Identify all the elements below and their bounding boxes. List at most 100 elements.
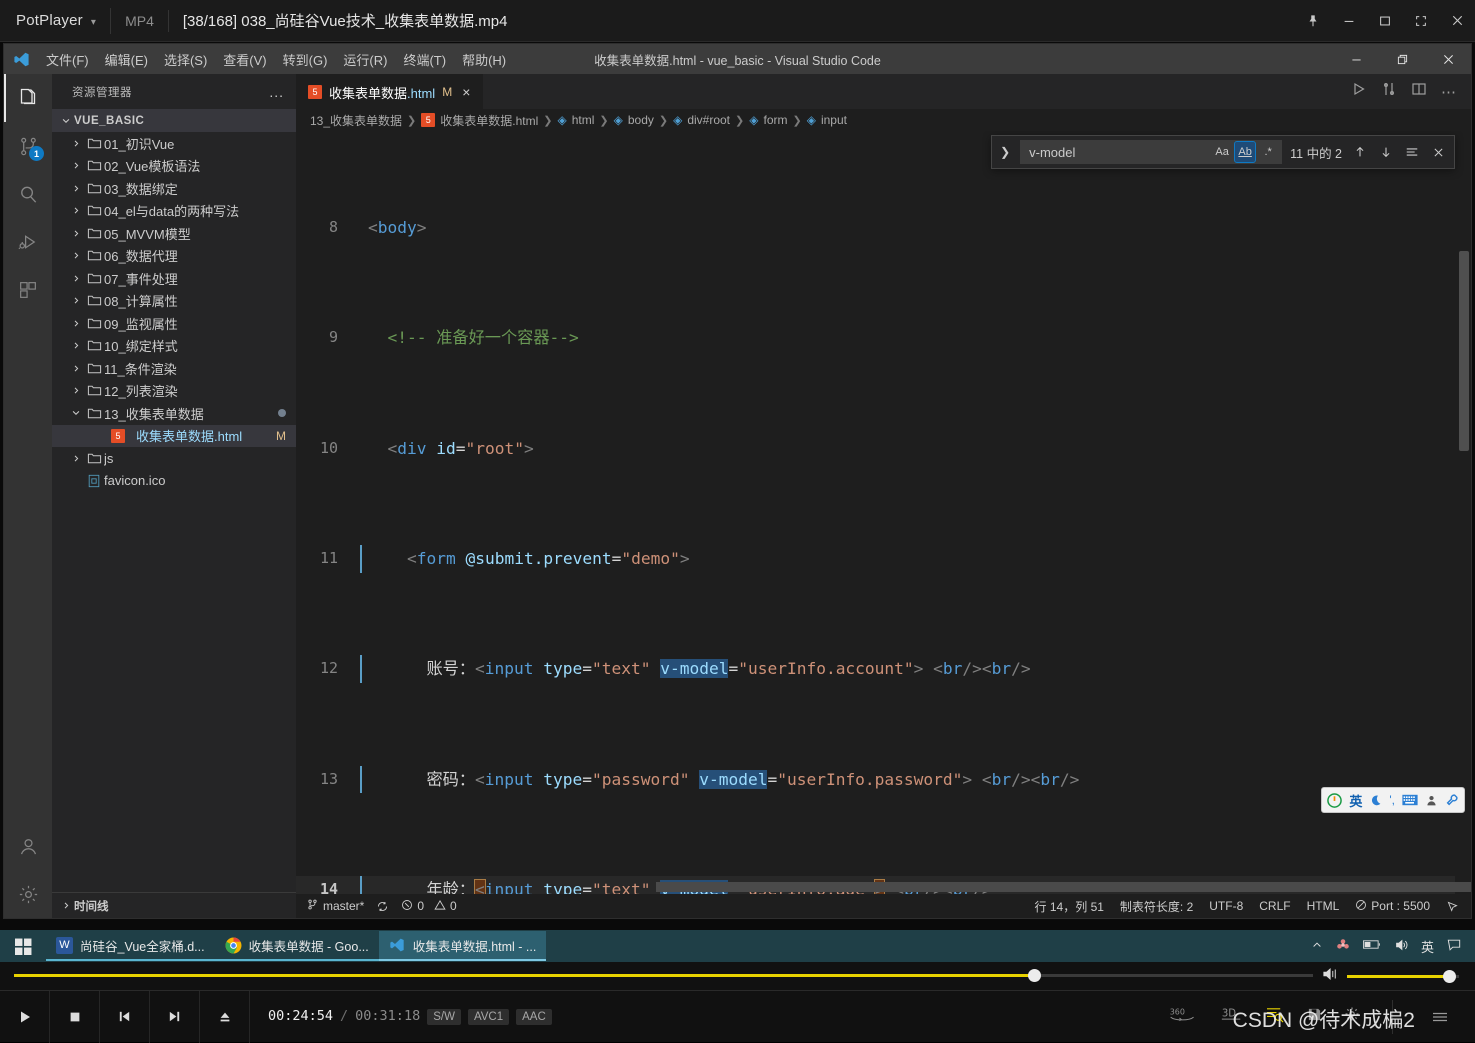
find-input-box[interactable]: v-model Aa Ab .* (1020, 140, 1283, 164)
chevron-right-icon[interactable] (68, 184, 84, 193)
ime-language-indicator[interactable]: 英 (1421, 937, 1434, 956)
code-line[interactable]: 10 <div id="root"> (296, 435, 1471, 463)
tree-item-folder[interactable]: 05_MVVM模型 (52, 222, 296, 245)
decoder-chip[interactable]: S/W (427, 1009, 461, 1025)
taskbar-item-vscode[interactable]: 收集表单数据.html - ... (378, 931, 547, 961)
chevron-right-icon[interactable] (68, 454, 84, 463)
seek-handle[interactable] (1027, 969, 1041, 982)
tree-item-folder[interactable]: 01_初识Vue (52, 132, 296, 155)
windows-start-icon[interactable] (0, 930, 46, 962)
feedback-icon[interactable] (1446, 900, 1459, 913)
360-icon[interactable]: 360 (1168, 1006, 1198, 1028)
flower-icon[interactable] (1336, 938, 1350, 955)
run-icon[interactable] (1351, 81, 1367, 102)
search-icon[interactable] (4, 170, 52, 218)
taskbar-item-chrome[interactable]: 收集表单数据 - Goo... (214, 931, 379, 961)
notification-icon[interactable] (1447, 938, 1461, 955)
pin-icon[interactable] (1295, 0, 1331, 42)
tab-collect-form-data-html[interactable]: 5 收集表单数据.html M × (296, 74, 484, 109)
find-in-selection-icon[interactable] (1402, 142, 1422, 162)
minimap-slider[interactable] (1459, 251, 1469, 451)
tools-icon[interactable] (1445, 793, 1459, 807)
ime-toolbar[interactable]: 英 ', (1321, 787, 1465, 813)
tree-item-folder[interactable]: 07_事件处理 (52, 267, 296, 290)
chevron-down-icon[interactable] (68, 408, 84, 418)
tree-item-folder[interactable]: 08_计算属性 (52, 290, 296, 313)
user-icon[interactable] (1425, 794, 1438, 807)
statusbar-encoding[interactable]: UTF-8 (1209, 899, 1243, 913)
toggle-replace-icon[interactable]: ❯ (996, 145, 1014, 159)
menu-terminal[interactable]: 终端(T) (395, 46, 454, 73)
menu-run[interactable]: 运行(R) (335, 46, 395, 73)
potplayer-logo[interactable]: PotPlayer ▾ (0, 12, 96, 29)
tree-item-folder[interactable]: 02_Vue模板语法 (52, 155, 296, 178)
whole-word-icon[interactable]: Ab (1234, 141, 1257, 163)
chevron-up-icon[interactable] (1311, 939, 1323, 954)
minimap[interactable] (1455, 131, 1471, 894)
chevron-right-icon[interactable] (68, 229, 84, 238)
battery-icon[interactable] (1362, 939, 1381, 953)
tree-item-folder-expanded[interactable]: 13_收集表单数据 (52, 402, 296, 425)
keyboard-icon[interactable] (1402, 794, 1418, 806)
minimize-icon[interactable] (1331, 0, 1367, 42)
statusbar-sync-icon[interactable] (376, 900, 389, 913)
code-line[interactable]: 12 账号：<input type="text" v-model="userIn… (296, 655, 1471, 683)
seek-slider[interactable] (14, 962, 1313, 990)
play-icon[interactable] (0, 990, 50, 1043)
close-icon[interactable]: × (459, 84, 473, 100)
chevron-right-icon[interactable] (68, 364, 84, 373)
code-editor[interactable]: 8 <body> 9 <!-- 准备好一个容器--> 10 <div id="ro… (296, 131, 1471, 894)
chevron-right-icon[interactable] (68, 386, 84, 395)
eject-icon[interactable] (200, 990, 250, 1043)
statusbar-tab-size[interactable]: 制表符长度: 2 (1120, 898, 1193, 915)
statusbar-live-server-port[interactable]: Port : 5500 (1355, 899, 1430, 914)
extensions-icon[interactable] (4, 266, 52, 314)
breadcrumb-item-body[interactable]: body (628, 113, 654, 127)
tree-item-folder[interactable]: 03_数据绑定 (52, 177, 296, 200)
breadcrumb-item-folder[interactable]: 13_收集表单数据 (310, 112, 402, 129)
sogou-logo-icon[interactable] (1327, 792, 1343, 808)
punctuation-icon[interactable]: ', (1389, 793, 1395, 807)
taskbar-item-word[interactable]: W 尚硅谷_Vue全家桶.d... (46, 931, 215, 961)
explorer-icon[interactable] (4, 74, 52, 122)
maximize-icon[interactable] (1367, 0, 1403, 42)
statusbar-branch[interactable]: master* (306, 898, 364, 914)
code-line[interactable]: 11 <form @submit.prevent="demo"> (296, 544, 1471, 573)
menu-edit[interactable]: 编辑(E) (97, 46, 156, 73)
tree-item-folder[interactable]: 12_列表渲染 (52, 380, 296, 403)
chevron-right-icon[interactable] (68, 319, 84, 328)
regex-icon[interactable]: .* (1258, 142, 1278, 162)
workspace-root-row[interactable]: VUE_BASIC (52, 109, 296, 132)
timeline-section[interactable]: 时间线 (52, 892, 296, 918)
split-vertical-icon[interactable] (1381, 81, 1397, 102)
accounts-icon[interactable] (4, 822, 52, 870)
fullscreen-icon[interactable] (1403, 0, 1439, 42)
volume-icon[interactable] (1394, 938, 1408, 955)
chevron-right-icon[interactable] (68, 139, 84, 148)
settings-gear-icon[interactable] (4, 870, 52, 918)
horizontal-scrollbar[interactable] (656, 882, 1471, 892)
code-lines[interactable]: 8 <body> 9 <!-- 准备好一个容器--> 10 <div id="ro… (296, 131, 1471, 894)
close-icon[interactable] (1439, 0, 1475, 42)
run-debug-icon[interactable] (4, 218, 52, 266)
chevron-right-icon[interactable] (68, 296, 84, 305)
match-case-icon[interactable]: Aa (1212, 142, 1232, 162)
tree-item-folder[interactable]: 04_el与data的两种写法 (52, 200, 296, 223)
more-actions-icon[interactable]: ... (269, 84, 284, 100)
breadcrumb-item-input[interactable]: input (821, 113, 847, 127)
chevron-down-icon[interactable] (58, 116, 74, 126)
volume-handle[interactable] (1443, 969, 1457, 983)
chevron-right-icon[interactable] (68, 206, 84, 215)
find-input[interactable]: v-model (1029, 145, 1209, 160)
menu-file[interactable]: 文件(F) (38, 46, 97, 73)
tree-item-file[interactable]: favicon.ico (52, 470, 296, 493)
code-line[interactable]: 9 <!-- 准备好一个容器--> (296, 324, 1471, 352)
tree-item-folder[interactable]: 11_条件渲染 (52, 357, 296, 380)
chevron-right-icon[interactable] (68, 341, 84, 350)
breadcrumb-item-html[interactable]: html (572, 113, 595, 127)
source-control-icon[interactable]: 1 (4, 122, 52, 170)
tree-item-folder[interactable]: 10_绑定样式 (52, 335, 296, 358)
breadcrumb-item-div[interactable]: div#root (687, 113, 730, 127)
code-line[interactable]: 13 密码：<input type="password" v-model="us… (296, 765, 1471, 794)
chevron-right-icon[interactable] (58, 901, 74, 910)
